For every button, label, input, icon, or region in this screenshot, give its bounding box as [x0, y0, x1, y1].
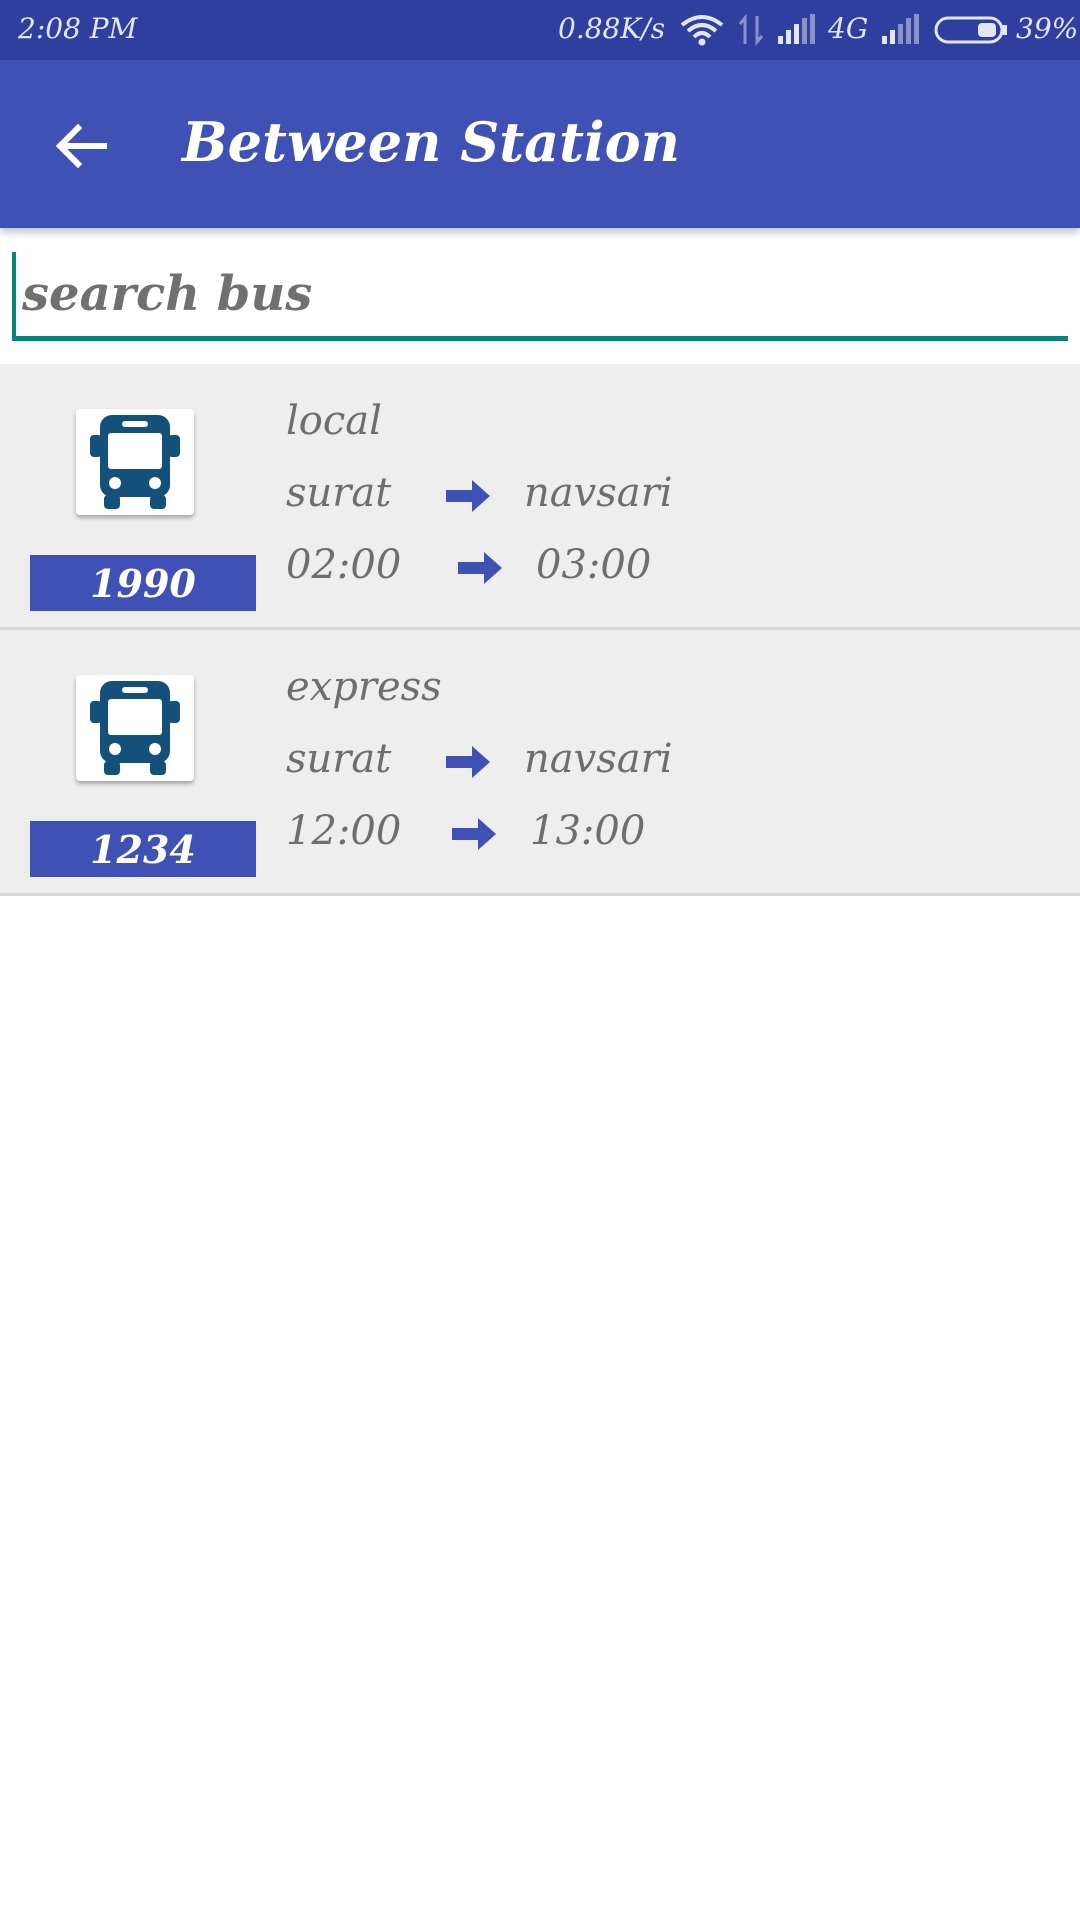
battery-icon	[934, 16, 1008, 51]
arrow-right-icon	[458, 552, 502, 584]
search-underline	[12, 336, 1068, 341]
bus-icon-tile	[76, 409, 194, 515]
wifi-icon	[680, 14, 724, 53]
departure-time: 02:00	[286, 542, 402, 588]
search-input[interactable]	[12, 252, 1068, 336]
network-speed: 0.88K/s	[558, 12, 666, 45]
arrow-back-icon	[55, 123, 107, 169]
to-station: navsari	[524, 736, 673, 782]
bus-number: 1990	[30, 555, 256, 611]
departure-time: 12:00	[286, 808, 402, 854]
signal-icon	[880, 14, 920, 51]
bus-icon-tile	[76, 675, 194, 781]
back-button[interactable]	[52, 116, 112, 176]
network-type: 4G	[828, 12, 869, 45]
search-container	[12, 252, 1068, 344]
arrival-time: 13:00	[530, 808, 646, 854]
list-item[interactable]: 1234 express surat navsari 12:00 13:00	[0, 630, 1080, 896]
page-title: Between Station	[182, 110, 680, 174]
status-bar: 2:08 PM 0.88K/s 4G 39%	[0, 0, 1080, 60]
list-item[interactable]: 1990 local surat navsari 02:00 03:00	[0, 364, 1080, 630]
signal-icon	[776, 14, 816, 51]
bus-type: express	[286, 664, 442, 710]
bus-list: 1990 local surat navsari 02:00 03:00 123…	[0, 364, 1080, 896]
arrow-right-icon	[446, 480, 490, 512]
data-transfer-icon	[738, 13, 764, 53]
battery-percent: 39%	[1016, 12, 1079, 45]
bus-icon	[90, 681, 180, 775]
status-time: 2:08 PM	[18, 12, 138, 45]
from-station: surat	[286, 470, 392, 516]
bus-number: 1234	[30, 821, 256, 877]
arrow-right-icon	[446, 746, 490, 778]
arrival-time: 03:00	[536, 542, 652, 588]
arrow-right-icon	[452, 818, 496, 850]
app-bar: Between Station	[0, 60, 1080, 228]
bus-type: local	[286, 398, 382, 444]
bus-icon	[90, 415, 180, 509]
from-station: surat	[286, 736, 392, 782]
to-station: navsari	[524, 470, 673, 516]
